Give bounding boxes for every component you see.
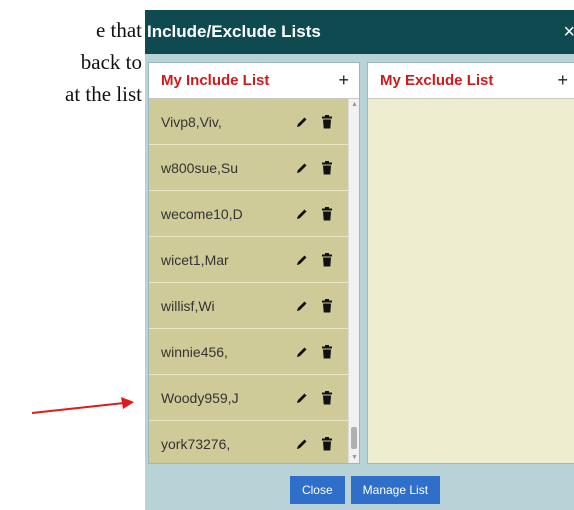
- trash-icon[interactable]: [321, 436, 335, 451]
- close-icon[interactable]: ×: [563, 22, 574, 42]
- include-list-title: My Include List: [161, 72, 270, 89]
- exclude-list-title: My Exclude List: [380, 72, 494, 89]
- include-list-scrollbar[interactable]: ▲ ▼: [348, 99, 359, 463]
- row-actions: [295, 344, 335, 359]
- pencil-icon[interactable]: [295, 299, 309, 313]
- trash-icon[interactable]: [321, 298, 335, 313]
- include-list-body: Vivp8,Viv, w800sue,Su wecome10,D wicet1,Mar…: [149, 99, 359, 463]
- dialog-title: Include/Exclude Lists: [147, 22, 321, 41]
- list-item[interactable]: winnie456,: [149, 329, 359, 375]
- list-item-label: willisf,Wi: [161, 297, 215, 314]
- list-item-label: wicet1,Mar: [161, 251, 229, 268]
- row-actions: [295, 252, 335, 267]
- exclude-list-header: My Exclude List +: [368, 63, 574, 99]
- dialog-footer: Close Manage List: [145, 470, 574, 510]
- include-exclude-dialog: Include/Exclude Lists × My Include List …: [145, 10, 574, 510]
- exclude-list-body: [368, 99, 574, 463]
- annotation-arrow: [31, 397, 134, 414]
- pencil-icon[interactable]: [295, 345, 309, 359]
- list-item[interactable]: wicet1,Mar: [149, 237, 359, 283]
- row-actions: [295, 390, 335, 405]
- list-item-label: york73276,: [161, 435, 231, 452]
- list-item-label: winnie456,: [161, 343, 228, 360]
- add-exclude-button[interactable]: +: [557, 70, 568, 91]
- row-actions: [295, 160, 335, 175]
- trash-icon[interactable]: [321, 390, 335, 405]
- include-list-header: My Include List +: [149, 63, 359, 99]
- list-item[interactable]: willisf,Wi: [149, 283, 359, 329]
- list-item[interactable]: wecome10,D: [149, 191, 359, 237]
- list-item[interactable]: Vivp8,Viv,: [149, 99, 359, 145]
- background-text-line: at the list: [65, 82, 142, 106]
- trash-icon[interactable]: [321, 344, 335, 359]
- pencil-icon[interactable]: [295, 207, 309, 221]
- background-text-line: e that: [95, 18, 142, 42]
- row-actions: [295, 206, 335, 221]
- trash-icon[interactable]: [321, 252, 335, 267]
- scroll-thumb[interactable]: [351, 427, 357, 449]
- pencil-icon[interactable]: [295, 115, 309, 129]
- background-text-line: back to: [80, 50, 142, 74]
- list-item[interactable]: york73276,: [149, 421, 359, 463]
- list-item-label: Vivp8,Viv,: [161, 113, 222, 130]
- pencil-icon[interactable]: [295, 391, 309, 405]
- list-item[interactable]: w800sue,Su: [149, 145, 359, 191]
- list-item-label: wecome10,D: [161, 205, 243, 222]
- scroll-down-arrow-icon[interactable]: ▼: [351, 454, 358, 461]
- list-item-label: w800sue,Su: [161, 159, 239, 176]
- list-item[interactable]: Woody959,J: [149, 375, 359, 421]
- trash-icon[interactable]: [321, 206, 335, 221]
- dialog-titlebar: Include/Exclude Lists ×: [145, 10, 574, 54]
- row-actions: [295, 298, 335, 313]
- pencil-icon[interactable]: [295, 253, 309, 267]
- exclude-list-panel: My Exclude List +: [367, 62, 574, 464]
- pencil-icon[interactable]: [295, 437, 309, 451]
- manage-list-button[interactable]: Manage List: [350, 476, 441, 504]
- add-include-button[interactable]: +: [338, 70, 349, 91]
- close-button[interactable]: Close: [289, 476, 345, 504]
- trash-icon[interactable]: [321, 114, 335, 129]
- scroll-up-arrow-icon[interactable]: ▲: [351, 101, 358, 108]
- list-item-label: Woody959,J: [161, 389, 239, 406]
- include-list-panel: My Include List + Vivp8,Viv, w800sue,Su we…: [148, 62, 360, 464]
- row-actions: [295, 114, 335, 129]
- background-document-text: e that back to at the list: [0, 14, 150, 110]
- row-actions: [295, 436, 335, 451]
- trash-icon[interactable]: [321, 160, 335, 175]
- pencil-icon[interactable]: [295, 161, 309, 175]
